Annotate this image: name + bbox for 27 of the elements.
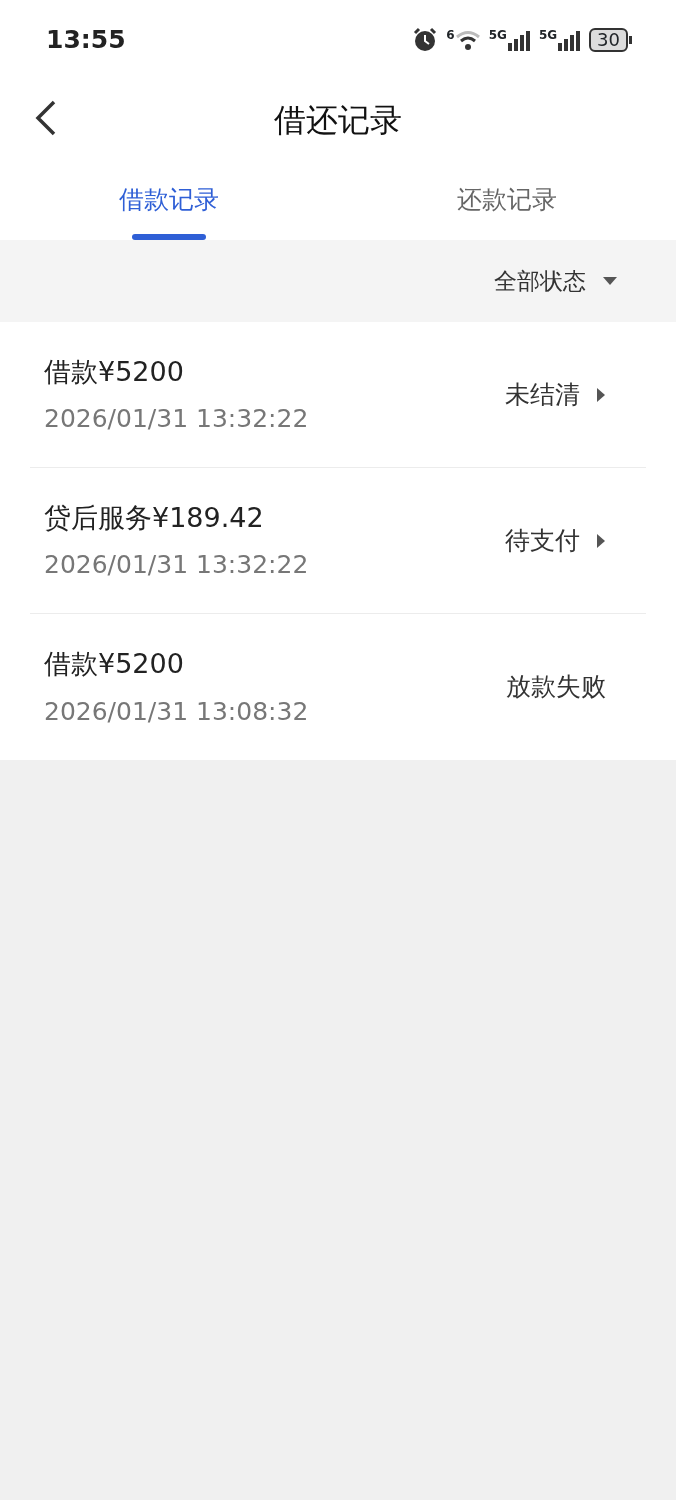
signal-icon [557,29,582,51]
battery-level: 30 [589,28,628,52]
wifi-icon [454,29,481,51]
signal-icon [506,29,531,51]
tab[interactable]: 还款记录 [338,160,676,240]
battery-tip-icon [628,36,632,44]
alarm-clock-icon [412,27,439,53]
tab[interactable]: 借款记录 [0,160,338,240]
network-label: 5G [538,29,558,41]
record-row[interactable]: 借款¥5200 2026/01/31 13:08:32 放款失败 [30,614,646,760]
record-time: 2026/01/31 13:08:32 [44,695,309,728]
network-label: 5G [488,29,507,41]
record-status: 放款失败 [506,671,606,704]
record-time: 2026/01/31 13:32:22 [44,403,309,435]
status-filter-dropdown[interactable]: 全部状态 [494,263,618,299]
record-time: 2026/01/31 13:32:22 [44,549,309,581]
record-row[interactable]: 借款¥5200 2026/01/31 13:32:22 未结清 [30,322,646,468]
record-title: 借款¥5200 [44,354,185,389]
wifi-label: 6 [446,29,455,41]
record-status: 未结清 [505,378,580,411]
record-title: 借款¥5200 [44,647,185,681]
status-time: 13:55 [46,24,126,57]
record-status: 待支付 [505,524,580,557]
page-title: 借还记录 [274,100,402,141]
caret-down-icon [602,276,618,286]
record-row[interactable]: 贷后服务¥189.42 2026/01/31 13:32:22 待支付 [30,468,646,614]
record-title: 贷后服务¥189.42 [44,500,265,535]
